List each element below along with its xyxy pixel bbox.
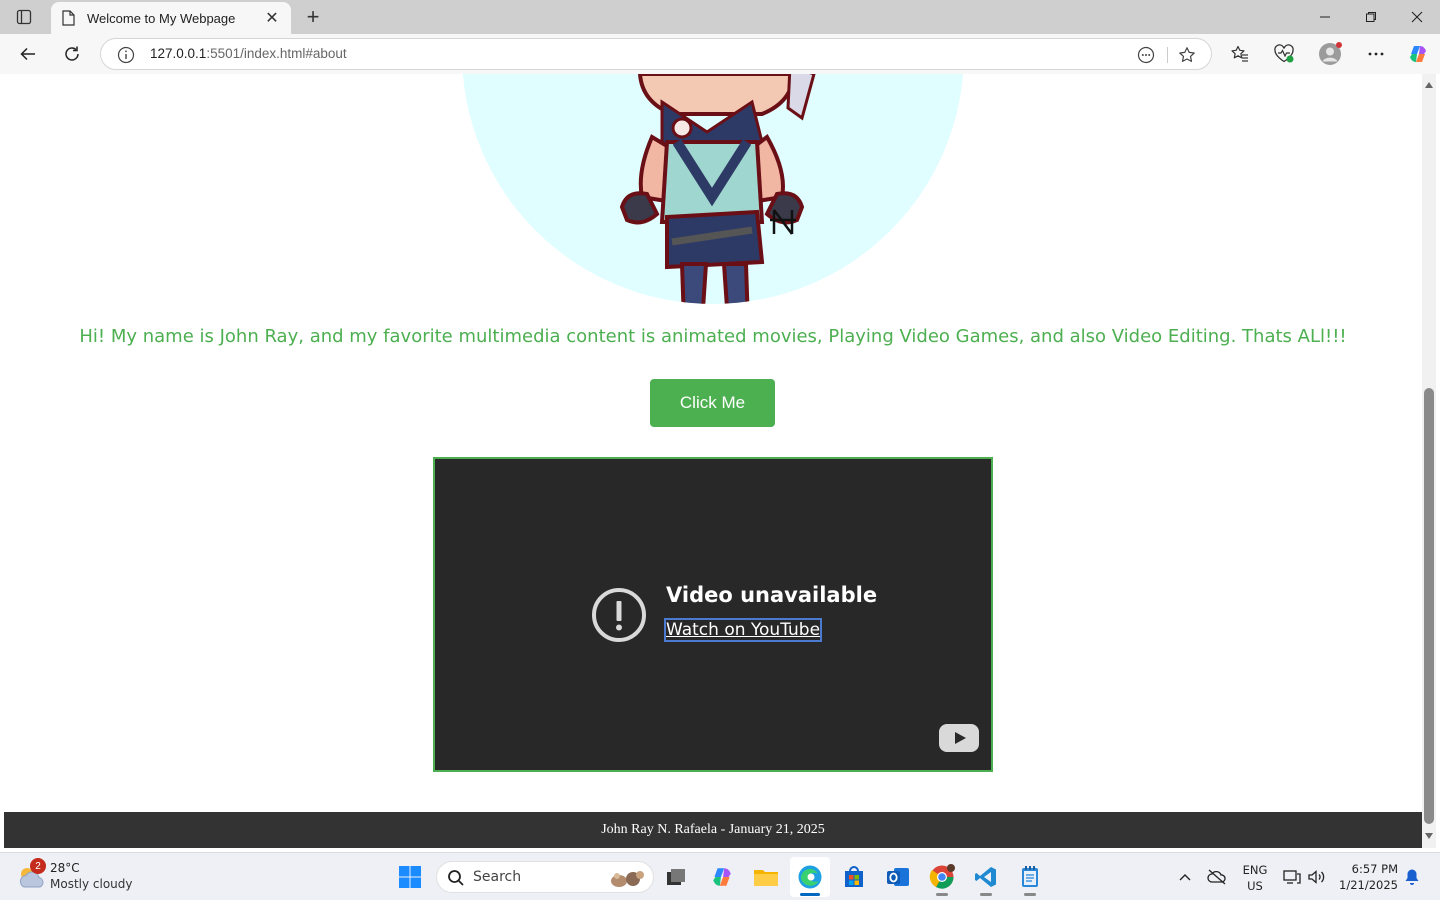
omnibox-divider <box>1167 47 1168 63</box>
notification-bell-icon[interactable] <box>1402 865 1422 889</box>
scroll-down-arrow-icon[interactable] <box>1424 831 1434 841</box>
new-tab-button[interactable]: + <box>302 4 324 29</box>
close-window-icon[interactable] <box>1394 0 1440 34</box>
browser-toolbar: 127.0.0.1:5501/index.html#about <box>0 34 1440 74</box>
chrome-button[interactable] <box>922 857 962 897</box>
task-view-button[interactable] <box>656 857 696 897</box>
search-placeholder: Search <box>473 869 522 885</box>
input-language-indicator[interactable]: ENG US <box>1238 862 1272 894</box>
edge-taskbar-button[interactable] <box>790 857 830 897</box>
profile-avatar[interactable] <box>1316 40 1344 68</box>
scrollbar-thumb[interactable] <box>1424 388 1434 824</box>
youtube-logo-icon[interactable] <box>939 724 979 752</box>
weather-alert-badge: 2 <box>30 858 46 874</box>
system-clock[interactable]: 6:57 PM 1/21/2025 <box>1334 861 1398 893</box>
favorite-star-icon[interactable] <box>1176 44 1198 66</box>
intro-text: Hi! My name is John Ray, and my favorite… <box>79 326 1347 347</box>
back-icon[interactable] <box>14 40 42 68</box>
onedrive-offline-icon[interactable] <box>1206 865 1228 889</box>
windows-taskbar: 2 28°C Mostly cloudy Search ENG US 6:57 … <box>0 852 1440 900</box>
chrome-icon <box>929 864 955 889</box>
address-bar[interactable]: 127.0.0.1:5501/index.html#about <box>100 38 1212 70</box>
weather-temperature: 28°C <box>50 861 80 875</box>
tab-actions-icon[interactable] <box>12 6 36 28</box>
running-indicator <box>936 893 948 896</box>
running-indicator <box>980 893 992 896</box>
active-indicator <box>800 893 820 896</box>
file-explorer-button[interactable] <box>746 857 786 897</box>
weather-condition: Mostly cloudy <box>50 877 133 891</box>
tab-title: Welcome to My Webpage <box>87 10 236 26</box>
page-scrollbar[interactable] <box>1422 74 1436 848</box>
restore-icon[interactable] <box>1348 0 1394 34</box>
region-code: US <box>1247 879 1263 893</box>
vscode-button[interactable] <box>966 857 1006 897</box>
more-menu-icon[interactable] <box>1362 40 1390 68</box>
watch-on-youtube-link[interactable]: Watch on YouTube <box>663 618 823 642</box>
show-hidden-icons-chevron-icon[interactable] <box>1176 865 1194 889</box>
refresh-icon[interactable] <box>58 40 86 68</box>
copilot-taskbar-icon <box>713 868 731 886</box>
url-text: 127.0.0.1:5501/index.html#about <box>150 46 347 61</box>
search-highlight-illustration-icon <box>611 871 644 887</box>
close-tab-icon[interactable]: ✕ <box>263 9 281 27</box>
reader-options-icon[interactable] <box>1135 44 1157 66</box>
language-code: ENG <box>1242 863 1268 877</box>
url-path: :5501/index.html#about <box>206 46 347 61</box>
weather-widget[interactable]: 2 28°C Mostly cloudy <box>16 858 156 895</box>
clock-date: 1/21/2025 <box>1339 878 1398 892</box>
notepad-button[interactable] <box>1010 857 1050 897</box>
notepad-icon <box>1022 866 1038 887</box>
tab-strip: Welcome to My Webpage ✕ + <box>0 0 1440 34</box>
windows-logo-icon <box>399 866 421 888</box>
browser-tab[interactable]: Welcome to My Webpage ✕ <box>51 2 291 34</box>
youtube-embed[interactable]: Video unavailable Watch on YouTube <box>433 457 993 772</box>
page-footer: John Ray N. Rafaela - January 21, 2025 <box>4 812 1422 848</box>
page-viewport: Hi! My name is John Ray, and my favorite… <box>4 74 1422 848</box>
microsoft-store-button[interactable] <box>834 857 874 897</box>
page-icon <box>61 10 77 26</box>
store-icon <box>845 866 863 887</box>
taskbar-search-box[interactable]: Search <box>436 861 654 893</box>
warning-icon <box>592 588 646 642</box>
running-indicator <box>1024 893 1036 896</box>
copilot-taskbar-button[interactable] <box>702 857 742 897</box>
url-host: 127.0.0.1 <box>150 46 207 61</box>
network-icon[interactable] <box>1282 865 1302 889</box>
favorites-icon[interactable] <box>1226 40 1254 68</box>
folder-icon <box>754 870 778 886</box>
search-icon <box>448 870 464 886</box>
click-me-button[interactable]: Click Me <box>650 379 775 427</box>
volume-icon[interactable] <box>1306 865 1328 889</box>
clock-time: 6:57 PM <box>1351 862 1398 876</box>
video-unavailable-title: Video unavailable <box>666 583 878 607</box>
outlook-icon <box>887 868 909 886</box>
edge-browser-icon <box>798 865 822 889</box>
outlook-button[interactable] <box>878 857 918 897</box>
minimize-icon[interactable] <box>1302 0 1348 34</box>
avatar-circle <box>462 74 964 304</box>
footer-text: John Ray N. Rafaela - January 21, 2025 <box>601 822 825 837</box>
browser-essentials-icon[interactable] <box>1270 40 1298 68</box>
scroll-up-arrow-icon[interactable] <box>1424 80 1434 90</box>
start-button[interactable] <box>390 857 430 897</box>
copilot-icon[interactable] <box>1404 40 1432 68</box>
chibi-character-illustration <box>619 74 816 304</box>
task-view-icon <box>667 869 685 885</box>
vscode-icon <box>975 867 996 887</box>
site-info-icon[interactable] <box>117 46 135 64</box>
